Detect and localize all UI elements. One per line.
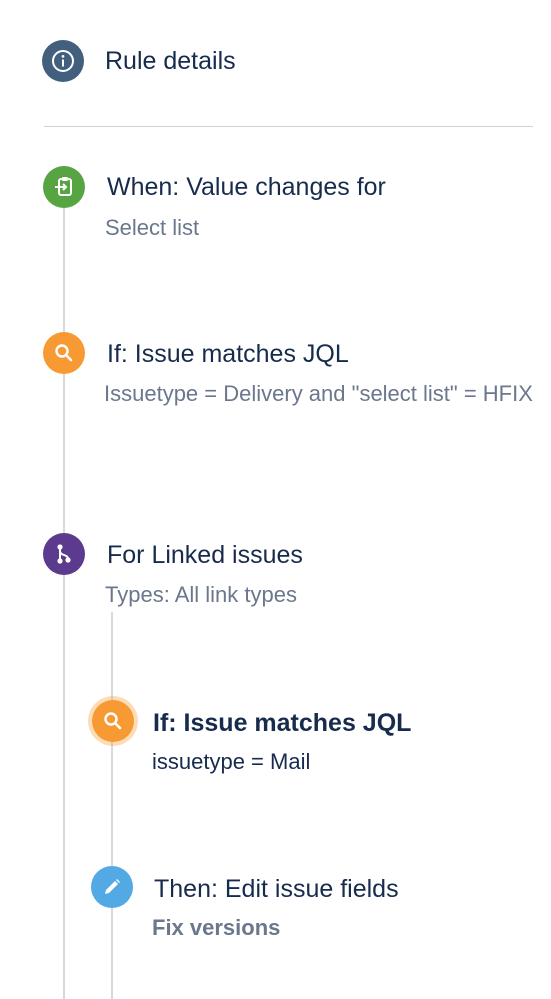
rule-details-label: Rule details bbox=[105, 47, 236, 75]
branch-condition-jql: issuetype = Mail bbox=[152, 749, 311, 774]
branch-action-field: Fix versions bbox=[152, 915, 281, 940]
search-icon bbox=[43, 332, 85, 374]
condition-title: If: Issue matches JQL bbox=[107, 340, 349, 368]
trigger-detail: Select list bbox=[105, 215, 200, 240]
condition-component[interactable]: If: Issue matches JQL Issuetype = Delive… bbox=[40, 332, 540, 442]
info-icon bbox=[42, 40, 84, 82]
branch-condition-title: If: Issue matches JQL bbox=[153, 709, 412, 737]
condition-jql: Issuetype = Delivery and "select list" =… bbox=[104, 381, 533, 406]
branch-icon bbox=[43, 533, 85, 575]
rule-details-item[interactable]: Rule details bbox=[40, 40, 340, 82]
branch-action-title: Then: Edit issue fields bbox=[154, 875, 399, 903]
pencil-icon bbox=[91, 866, 133, 908]
section-divider bbox=[44, 126, 533, 127]
search-icon bbox=[92, 700, 134, 742]
trigger-title: When: Value changes for bbox=[107, 173, 386, 201]
branch-component[interactable]: For Linked issues Types: All link types bbox=[40, 533, 520, 613]
trigger-component[interactable]: When: Value changes for Select list bbox=[40, 166, 520, 246]
branch-title: For Linked issues bbox=[107, 541, 303, 569]
automation-rule-page: Rule details When: Value changes for Sel… bbox=[0, 0, 551, 999]
branch-condition-component[interactable]: If: Issue matches JQL issuetype = Mail bbox=[88, 700, 528, 780]
branch-action-component[interactable]: Then: Edit issue fields Fix versions bbox=[88, 866, 528, 946]
field-change-icon bbox=[43, 166, 85, 208]
branch-detail: Types: All link types bbox=[105, 582, 297, 607]
